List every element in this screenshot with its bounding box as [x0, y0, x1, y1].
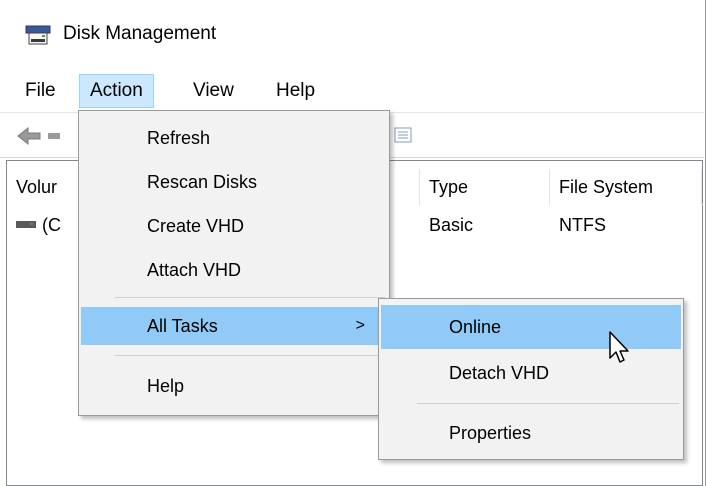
all-tasks-submenu: Online Detach VHD Properties [378, 298, 684, 460]
menu-item-all-tasks-label: All Tasks [147, 316, 218, 336]
window-title: Disk Management [63, 23, 217, 44]
menu-separator [417, 403, 679, 404]
menu-separator [115, 297, 385, 298]
menu-separator [115, 355, 385, 356]
menu-view[interactable]: View [183, 74, 244, 108]
cell-file-system: NTFS [559, 215, 606, 235]
menu-item-attach-vhd[interactable]: Attach VHD [81, 251, 387, 289]
disk-management-icon [25, 25, 51, 45]
menu-bar: File Action View Help [0, 70, 704, 110]
properties-icon[interactable] [392, 125, 414, 147]
cell-type: Basic [429, 215, 474, 235]
menu-item-refresh[interactable]: Refresh [81, 119, 387, 157]
action-menu: Refresh Rescan Disks Create VHD Attach V… [78, 110, 390, 416]
back-arrow-icon[interactable] [16, 125, 42, 147]
column-header-file-system[interactable]: File System [550, 169, 702, 205]
submenu-item-detach-vhd[interactable]: Detach VHD [381, 351, 681, 395]
submenu-item-properties[interactable]: Properties [381, 411, 681, 455]
menu-item-all-tasks[interactable]: All Tasks > [81, 307, 387, 345]
menu-action[interactable]: Action [79, 74, 154, 108]
menu-item-help[interactable]: Help [81, 367, 387, 405]
forward-arrow-icon[interactable] [46, 125, 62, 147]
menu-item-rescan-disks[interactable]: Rescan Disks [81, 163, 387, 201]
title-bar: Disk Management [0, 0, 704, 70]
disk-management-window: Disk Management File Action View Help Vo… [0, 0, 706, 486]
menu-help[interactable]: Help [266, 74, 325, 108]
mouse-cursor-icon [609, 331, 629, 363]
cell-volume: (C [42, 215, 61, 235]
column-header-type[interactable]: Type [420, 169, 550, 205]
submenu-arrow-icon: > [355, 317, 365, 334]
menu-file[interactable]: File [15, 74, 66, 108]
menu-item-create-vhd[interactable]: Create VHD [81, 207, 387, 245]
submenu-item-online[interactable]: Online [381, 305, 681, 349]
